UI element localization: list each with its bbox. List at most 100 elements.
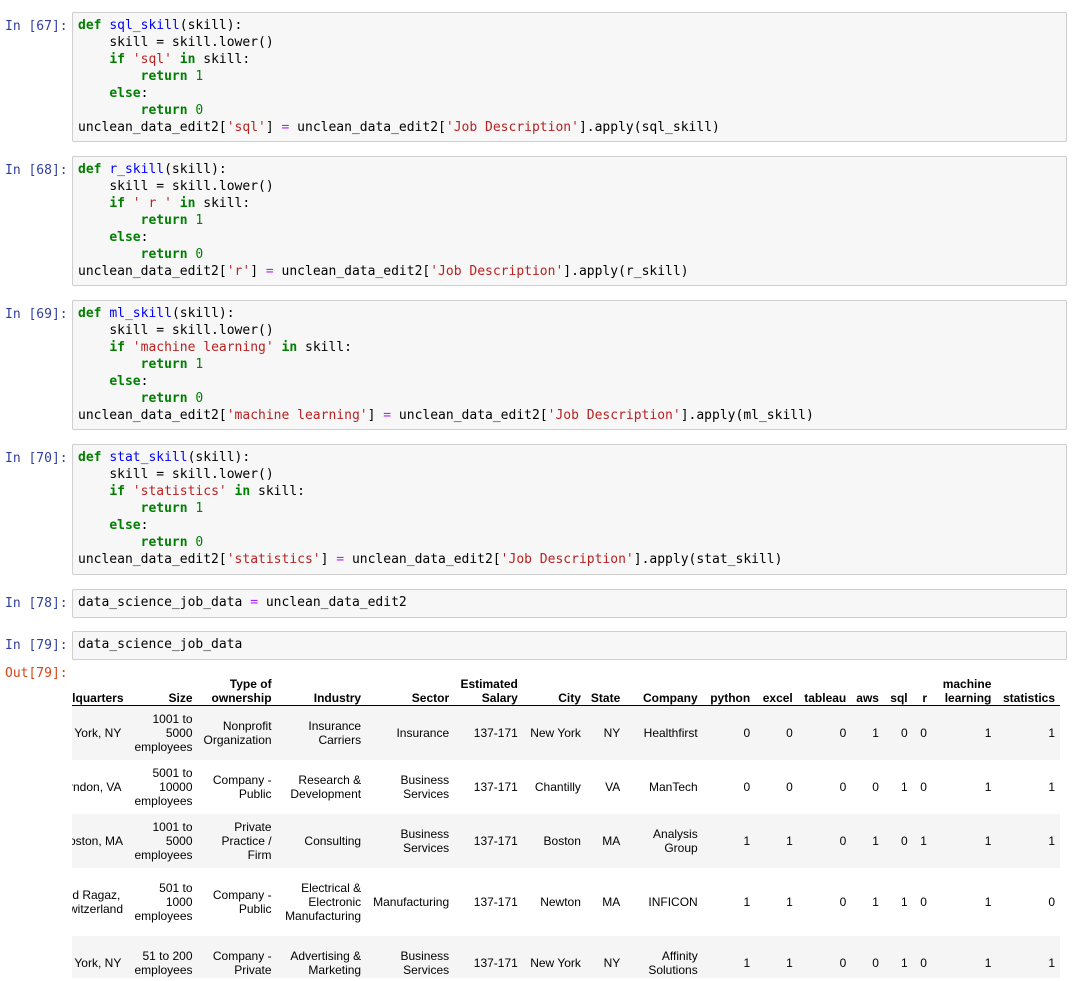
input-prompt: In [69]: [5,307,68,322]
table-cell: 1 [786,833,793,848]
table-header-row: lquarters Size Type of ownership Industry Sec… [72,662,1060,706]
table-cell: VA [605,779,621,794]
table-cell: Electrical & Electronic Manufacturing [285,880,362,923]
dataframe-table: lquarters Size Type of ownership Industry Sec… [72,662,1060,978]
code-editor[interactable]: data_science_job_data = unclean_data_edi… [72,589,1067,618]
table-cell: Business Services [400,772,450,801]
input-prompt: In [79]: [5,638,68,653]
table-cell: 137-171 [473,894,518,909]
table-row: ıd Ragaz, witzerland 501 to 1000 employees Co… [72,868,1060,936]
table-row: rndon, VA 5001 to 10000 employees Company -P… [72,760,1060,814]
table-cell: Business Services [400,948,450,977]
table-cell: NY [603,725,621,740]
table-row: ' York, NY 1001 to 5000 employees Nonprofit O… [72,705,1060,760]
table-cell: Chantilly [534,779,581,794]
column-header: sql [883,662,913,706]
table-cell: ManTech [649,779,698,794]
table-cell: Manufacturing [373,894,450,909]
code-text: def r_skill(skill): skill = skill.lower(… [78,162,689,279]
column-header: aws [851,662,884,706]
table-cell: rndon, VA [72,779,122,794]
table-cell: 1 [1048,725,1055,740]
table-cell: 0 [920,955,927,970]
table-cell: 0 [743,725,751,740]
code-text: def stat_skill(skill): skill = skill.low… [78,450,783,567]
column-header: r [912,662,932,706]
code-editor[interactable]: def stat_skill(skill): skill = skill.low… [72,444,1067,575]
output-prompt: Out[79]: [5,666,68,681]
table-cell: 0 [839,725,847,740]
table-cell: Company - Public [212,887,272,916]
table-cell: 1001 to 5000 employees [134,819,193,862]
code-text: data_science_job_data [78,637,243,652]
table-cell: Newton [540,894,581,909]
dataframe-output[interactable]: lquarters Size Type of ownership Industry Sec… [72,662,1068,978]
table-cell: 0 [1048,894,1055,909]
table-cell: 0 [743,779,751,794]
table-cell: 0 [920,725,927,740]
table-cell: 0 [900,725,908,740]
table-cell: 1 [872,894,879,909]
table-cell: Insurance Carriers [308,718,362,747]
code-editor[interactable]: data_science_job_data [72,631,1067,660]
table-cell: 51 to 200 employees [134,948,193,977]
table-cell: 0 [872,955,879,970]
table-cell: Private Practice / Firm [221,819,272,862]
table-cell: 0 [872,779,879,794]
column-header: Industry [276,662,367,706]
column-header: Sector [366,662,455,706]
code-cell-78[interactable]: In [78]: data_science_job_data = unclean… [0,589,1085,618]
column-header: State [585,662,626,706]
table-cell: Nonprofit Organization [203,718,272,747]
table-cell: Company - Public [212,772,272,801]
column-header: machine learning [931,662,997,706]
table-cell: ıd Ragaz, witzerland [72,887,124,916]
table-cell: 137-171 [473,833,518,848]
table-cell: 1 [900,894,908,909]
table-cell: 1001 to 5000 employees [134,711,193,754]
table-cell: oston, MA [72,833,124,848]
table-cell: 0 [786,779,793,794]
code-cell-68[interactable]: In [68]: def r_skill(skill): skill = ski… [0,156,1085,286]
column-header: Estimated Salary [454,662,523,706]
table-cell: MA [602,894,621,909]
table-cell: NY [603,955,621,970]
column-header: statistics [996,662,1060,706]
table-cell: Affinity Solutions [648,948,698,977]
table-cell: Insurance [396,725,450,740]
column-header: Company [625,662,703,706]
table-cell: 137-171 [473,779,518,794]
table-cell: 1 [1048,833,1055,848]
column-header: python [702,662,756,706]
table-cell: Boston [543,833,581,848]
code-cell-70[interactable]: In [70]: def stat_skill(skill): skill = … [0,444,1085,575]
table-cell: 1 [743,955,751,970]
table-cell: 137-171 [473,725,518,740]
table-cell: 0 [839,894,847,909]
code-text: def ml_skill(skill): skill = skill.lower… [78,306,814,423]
table-row: oston, MA 1001 to 5000 employees Private Prac… [72,813,1060,868]
code-editor[interactable]: def ml_skill(skill): skill = skill.lower… [72,300,1067,430]
table-cell: INFICON [648,894,698,909]
table-cell: Advertising & Marketing [290,948,362,977]
table-cell: Analysis Group [653,826,698,855]
code-cell-69[interactable]: In [69]: def ml_skill(skill): skill = sk… [0,300,1085,430]
code-editor[interactable]: def sql_skill(skill): skill = skill.lowe… [72,12,1067,142]
code-cell-67[interactable]: In [67]: def sql_skill(skill): skill = s… [0,12,1085,142]
table-cell: 1 [920,833,927,848]
table-cell: Consulting [304,833,362,848]
table-cell: 1 [786,955,793,970]
code-editor[interactable]: def r_skill(skill): skill = skill.lower(… [72,156,1067,286]
table-cell: New York [530,725,581,740]
table-cell: ' York, NY [72,955,122,970]
table-cell: 0 [839,779,847,794]
table-cell: Business Services [400,826,450,855]
column-header: Type of ownership [197,662,277,706]
table-cell: 0 [786,725,793,740]
column-header: lquarters [72,662,129,706]
input-prompt: In [68]: [5,163,68,178]
table-cell: 5001 to 10000 employees [134,765,193,808]
code-cell-79[interactable]: In [79]: data_science_job_data [0,631,1085,660]
table-cell: 0 [900,833,908,848]
input-prompt: In [67]: [5,19,68,34]
